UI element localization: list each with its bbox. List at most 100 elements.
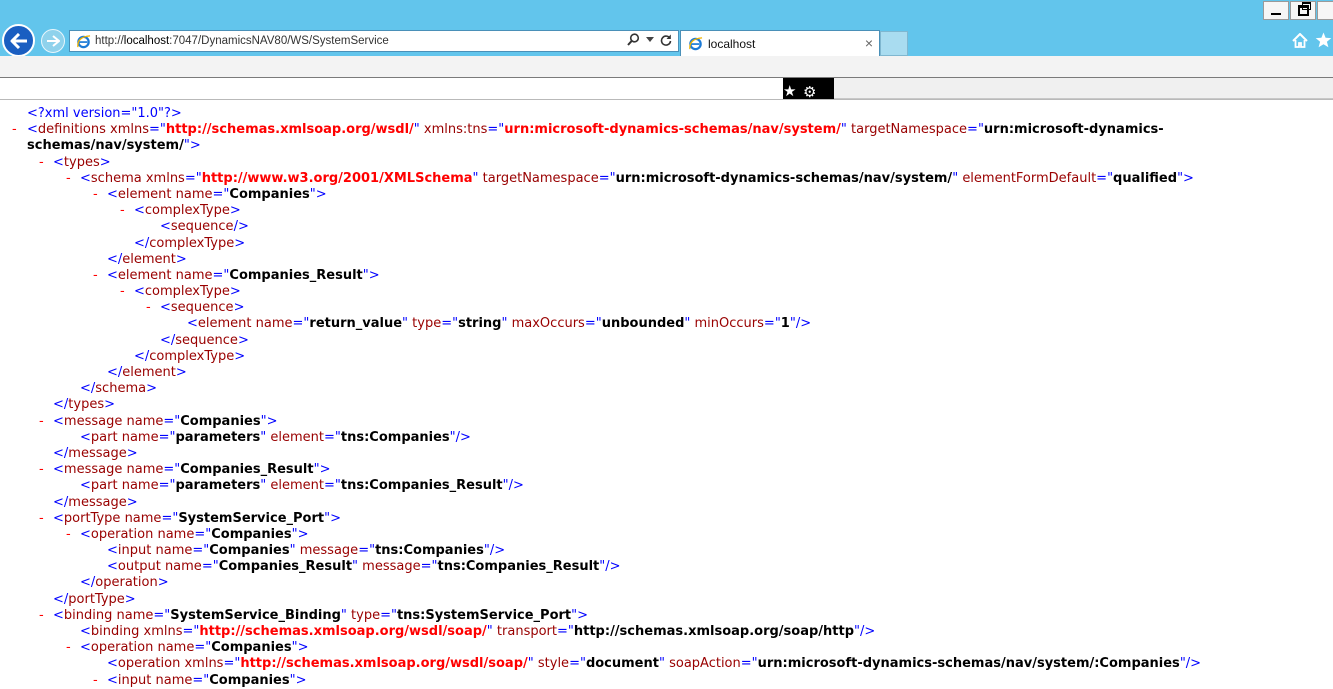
tab-close-icon[interactable]: × xyxy=(865,35,873,51)
collapse-toggle[interactable]: - xyxy=(12,122,17,138)
xml-punctuation: " xyxy=(402,316,409,332)
xml-punctuation: " xyxy=(289,543,296,559)
xml-punctuation: =" xyxy=(192,672,210,688)
xml-tag-name: types xyxy=(68,397,105,413)
xml-punctuation: < xyxy=(53,413,64,429)
xml-punctuation: > xyxy=(104,397,116,413)
collapse-toggle[interactable]: - xyxy=(93,673,98,689)
collapse-toggle[interactable]: - xyxy=(39,155,44,171)
xml-attr-name: elementFormDefault xyxy=(962,170,1097,186)
collapse-toggle[interactable]: - xyxy=(66,640,71,656)
collapse-toggle[interactable]: - xyxy=(120,203,125,219)
gear-icon[interactable]: ⚙ xyxy=(803,85,816,99)
restore-button[interactable] xyxy=(1290,1,1316,20)
xml-tag-name: complexType xyxy=(149,235,235,251)
xml-attr-name: name xyxy=(255,316,293,332)
xml-punctuation: < xyxy=(160,300,171,316)
address-bar[interactable]: http://localhost:7047/DynamicsNAV80/WS/S… xyxy=(69,30,679,52)
xml-line: - <definitions xmlns="http://schemas.xmls… xyxy=(0,122,1237,154)
xml-line: - <types> xyxy=(0,155,1333,171)
xml-punctuation: " xyxy=(260,429,267,445)
collapse-toggle[interactable]: - xyxy=(120,284,125,300)
new-tab-button[interactable] xyxy=(880,31,908,56)
xml-tag-name: complexType xyxy=(149,348,235,364)
xml-line: - <binding name="SystemService_Binding" t… xyxy=(0,608,1333,624)
collapse-toggle[interactable]: - xyxy=(66,171,71,187)
star-icon[interactable]: ★ xyxy=(783,84,796,99)
back-button[interactable] xyxy=(2,24,35,57)
xml-attr-name: name xyxy=(157,526,195,542)
xml-attr-value: tns:Companies xyxy=(340,429,450,445)
xml-punctuation: < xyxy=(134,203,145,219)
xml-attr-value: SystemService_Port xyxy=(178,510,325,526)
xml-punctuation: "> xyxy=(324,510,341,526)
xml-namespace-value: http://schemas.xmlsoap.org/wsdl/soap/ xyxy=(199,624,487,640)
collapse-toggle[interactable]: - xyxy=(146,300,151,316)
xml-namespace-value: http://schemas.xmlsoap.org/wsdl/soap/ xyxy=(240,656,528,672)
refresh-icon[interactable] xyxy=(660,34,672,46)
xml-line: </element> xyxy=(0,365,1333,381)
xml-punctuation: < xyxy=(107,656,118,672)
xml-tag-name: operation xyxy=(90,640,154,656)
home-icon xyxy=(1292,32,1308,48)
xml-tag-name: portType xyxy=(68,591,125,607)
xml-punctuation: " xyxy=(840,122,847,138)
xml-punctuation: " xyxy=(472,170,479,186)
xml-punctuation: =" xyxy=(223,656,241,672)
floating-toolbar[interactable]: ★ ⚙ xyxy=(783,78,834,99)
xml-line: </complexType> xyxy=(0,236,1333,252)
xml-line: <part name="parameters" element="tns:Com… xyxy=(0,478,1333,494)
xml-attr-name: name xyxy=(121,429,159,445)
xml-punctuation: "> xyxy=(291,640,309,656)
xml-line: <operation xmlns="http://schemas.xmlsoap… xyxy=(0,656,1333,672)
collapse-toggle[interactable]: - xyxy=(39,414,44,430)
minimize-button[interactable] xyxy=(1263,1,1289,20)
xml-attr-name: xmlns xyxy=(143,624,183,640)
xml-attr-value: Companies xyxy=(209,672,290,688)
xml-punctuation: =" xyxy=(212,267,230,283)
xml-line: <element name="return_value" type="strin… xyxy=(0,316,1333,332)
xml-punctuation: "> xyxy=(571,607,589,623)
xml-line: </complexType> xyxy=(0,349,1333,365)
xml-attr-value: unbounded xyxy=(601,316,685,332)
collapse-toggle[interactable]: - xyxy=(39,608,44,624)
xml-punctuation: > xyxy=(126,445,138,461)
collapse-toggle[interactable]: - xyxy=(93,187,98,203)
home-button[interactable] xyxy=(1290,30,1310,50)
xml-punctuation: =" xyxy=(1096,170,1114,186)
xml-punctuation: "/> xyxy=(1179,656,1202,672)
xml-tag-name: message xyxy=(63,462,123,478)
xml-attr-name: name xyxy=(121,478,159,494)
close-button[interactable] xyxy=(1317,1,1333,20)
xml-punctuation: > xyxy=(99,154,111,170)
xml-tag-name: complexType xyxy=(144,203,230,219)
xml-line: </message> xyxy=(0,495,1333,511)
tab-localhost[interactable]: localhost × xyxy=(680,30,880,56)
xml-attr-value: urn:microsoft-dynamics-schemas/nav/syste… xyxy=(757,656,1180,672)
xml-attr-name: name xyxy=(157,640,195,656)
url-text[interactable]: http://localhost:7047/DynamicsNAV80/WS/S… xyxy=(95,35,389,47)
xml-namespace-value: http://schemas.xmlsoap.org/wsdl/ xyxy=(165,122,414,138)
xml-punctuation: " xyxy=(340,607,347,623)
search-icon[interactable] xyxy=(627,33,640,46)
favorites-button[interactable] xyxy=(1313,30,1333,50)
dropdown-arrow-icon[interactable] xyxy=(646,36,654,43)
xml-punctuation: =" xyxy=(163,413,181,429)
xml-punctuation: =" xyxy=(598,170,616,186)
collapse-toggle[interactable]: - xyxy=(39,462,44,478)
xml-punctuation: =" xyxy=(149,122,166,138)
xml-punctuation: "/> xyxy=(599,559,621,575)
xml-punctuation: =" xyxy=(487,122,505,138)
collapse-toggle[interactable]: - xyxy=(39,511,44,527)
forward-button[interactable] xyxy=(41,29,65,53)
command-strip xyxy=(0,56,1333,77)
xml-attr-value: Companies xyxy=(211,640,292,656)
xml-line: </schema> xyxy=(0,381,1333,397)
collapse-toggle[interactable]: - xyxy=(66,527,71,543)
xml-line: </message> xyxy=(0,446,1333,462)
collapse-toggle[interactable]: - xyxy=(93,268,98,284)
xml-punctuation: > xyxy=(229,284,241,300)
xml-attr-name: targetNamespace xyxy=(482,170,599,186)
xml-punctuation: =" xyxy=(194,640,212,656)
xml-punctuation: " xyxy=(413,122,420,138)
